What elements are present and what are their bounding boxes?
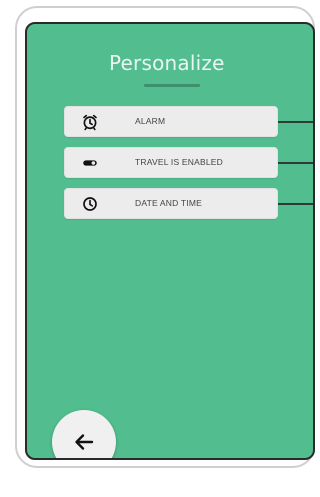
alarm-clock-icon bbox=[83, 114, 97, 131]
toggle-switch-icon bbox=[83, 160, 97, 166]
menu-item-date-time[interactable]: DATE AND TIME bbox=[64, 188, 278, 219]
menu-item-alarm[interactable]: ALARM bbox=[64, 106, 278, 137]
connector-line bbox=[278, 121, 313, 123]
connector-line bbox=[278, 162, 313, 164]
page-title: Personalize bbox=[109, 51, 225, 75]
title-underline bbox=[144, 84, 200, 87]
menu-item-travel[interactable]: TRAVEL IS ENABLED bbox=[64, 147, 278, 178]
clock-icon bbox=[83, 197, 97, 211]
menu-item-label: TRAVEL IS ENABLED bbox=[135, 157, 223, 167]
menu-item-label: DATE AND TIME bbox=[135, 198, 202, 208]
app-screen: Personalize ALARM TRAVEL IS ENABLED DATE… bbox=[25, 22, 315, 460]
back-button[interactable] bbox=[52, 410, 116, 458]
menu-item-label: ALARM bbox=[135, 116, 166, 126]
arrow-left-icon bbox=[75, 434, 94, 450]
connector-line bbox=[278, 203, 313, 205]
